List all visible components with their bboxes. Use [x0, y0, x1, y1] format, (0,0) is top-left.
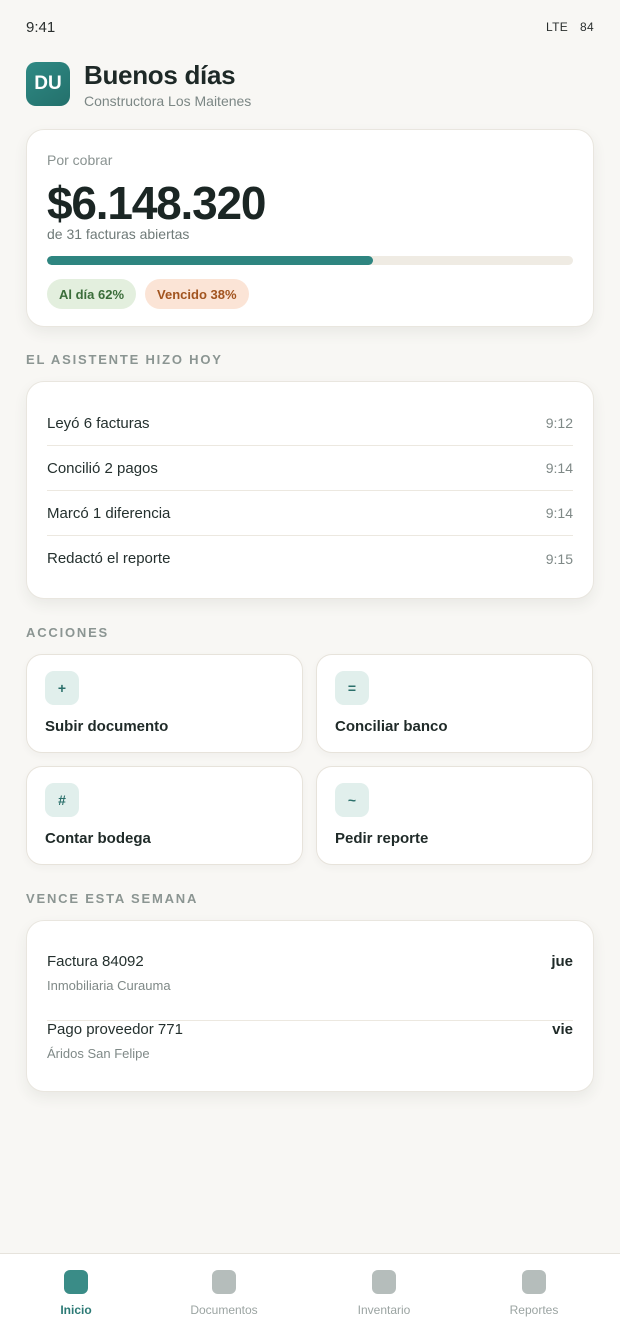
status-indicators: LTE 84: [546, 20, 594, 34]
activity-item[interactable]: Leyó 6 facturas 9:12: [47, 401, 573, 446]
activity-time: 9:14: [545, 505, 573, 521]
status-bar: 9:41 LTE 84: [0, 0, 620, 56]
tab-label: Inicio: [60, 1303, 92, 1317]
header: DU Buenos días Constructora Los Maitenes: [26, 60, 594, 110]
receivables-label: Por cobrar: [47, 152, 113, 168]
action-label: Contar bodega: [45, 830, 151, 847]
network-indicator: LTE: [546, 20, 569, 34]
activity-label: Marcó 1 diferencia: [47, 504, 171, 522]
page-title: Buenos días: [84, 60, 236, 90]
activity-label: Concilió 2 pagos: [47, 459, 158, 477]
activity-label: Redactó el reporte: [47, 550, 171, 567]
due-day: jue: [551, 953, 573, 970]
tilde-icon: ~: [335, 783, 369, 817]
activity-time: 9:12: [545, 415, 573, 431]
due-card: Factura 84092 Inmobiliaria Curauma jue P…: [26, 920, 594, 1092]
count-warehouse-button[interactable]: # Contar bodega: [26, 766, 303, 865]
due-subtitle: Áridos San Felipe: [47, 1046, 150, 1061]
activity-item[interactable]: Marcó 1 diferencia 9:14: [47, 491, 573, 536]
receivables-amount: $6.148.320: [47, 177, 266, 229]
overdue-badge: Vencido 38%: [145, 279, 249, 309]
on-time-badge: Al día 62%: [47, 279, 137, 309]
tab-label: Reportes: [509, 1303, 559, 1317]
due-day: vie: [552, 1021, 573, 1038]
due-subtitle: Inmobiliaria Curauma: [47, 978, 171, 993]
receivables-card[interactable]: Por cobrar $6.148.320 de 31 facturas abi…: [26, 129, 594, 327]
status-time: 9:41: [26, 19, 56, 36]
due-title: Factura 84092: [47, 953, 144, 970]
actions-section-title: ACCIONES: [26, 625, 110, 640]
action-label: Conciliar banco: [335, 718, 448, 735]
equals-icon: =: [335, 671, 369, 705]
activity-section-title: EL ASISTENTE HIZO HOY: [26, 352, 223, 367]
inventory-icon: [372, 1270, 396, 1294]
activity-item[interactable]: Redactó el reporte 9:15: [47, 536, 573, 581]
receivables-progress-fill: [47, 256, 374, 265]
activity-label: Leyó 6 facturas: [47, 414, 150, 432]
tab-label: Documentos: [190, 1303, 258, 1317]
tab-inicio[interactable]: Inicio: [16, 1270, 136, 1330]
due-section-title: VENCE ESTA SEMANA: [26, 891, 199, 906]
tab-label: Inventario: [357, 1303, 411, 1317]
activity-item[interactable]: Concilió 2 pagos 9:14: [47, 446, 573, 491]
upload-document-button[interactable]: + Subir documento: [26, 654, 303, 753]
battery-indicator: 84: [580, 20, 594, 34]
due-item[interactable]: Pago proveedor 771 Áridos San Felipe vie: [47, 1021, 573, 1089]
tab-documentos[interactable]: Documentos: [164, 1270, 284, 1330]
status-badges: Al día 62% Vencido 38%: [47, 279, 249, 309]
plus-icon: +: [45, 671, 79, 705]
documents-icon: [212, 1270, 236, 1294]
tab-inventario[interactable]: Inventario: [324, 1270, 444, 1330]
action-label: Subir documento: [45, 718, 169, 735]
action-label: Pedir reporte: [335, 830, 429, 847]
tab-bar: Inicio Documentos Inventario Reportes: [0, 1253, 620, 1343]
reconcile-bank-button[interactable]: = Conciliar banco: [316, 654, 593, 753]
receivables-progress: [47, 256, 573, 265]
due-item[interactable]: Factura 84092 Inmobiliaria Curauma jue: [47, 953, 573, 1021]
due-title: Pago proveedor 771: [47, 1021, 183, 1038]
tab-reportes[interactable]: Reportes: [474, 1270, 594, 1330]
request-report-button[interactable]: ~ Pedir reporte: [316, 766, 593, 865]
home-icon: [64, 1270, 88, 1294]
activity-time: 9:14: [545, 460, 573, 476]
company-name: Constructora Los Maitenes: [84, 93, 252, 109]
avatar[interactable]: DU: [26, 62, 70, 106]
hash-icon: #: [45, 783, 79, 817]
receivables-subtitle: de 31 facturas abiertas: [47, 226, 190, 242]
activity-time: 9:15: [545, 550, 573, 567]
activity-card: Leyó 6 facturas 9:12 Concilió 2 pagos 9:…: [26, 381, 594, 599]
reports-icon: [522, 1270, 546, 1294]
